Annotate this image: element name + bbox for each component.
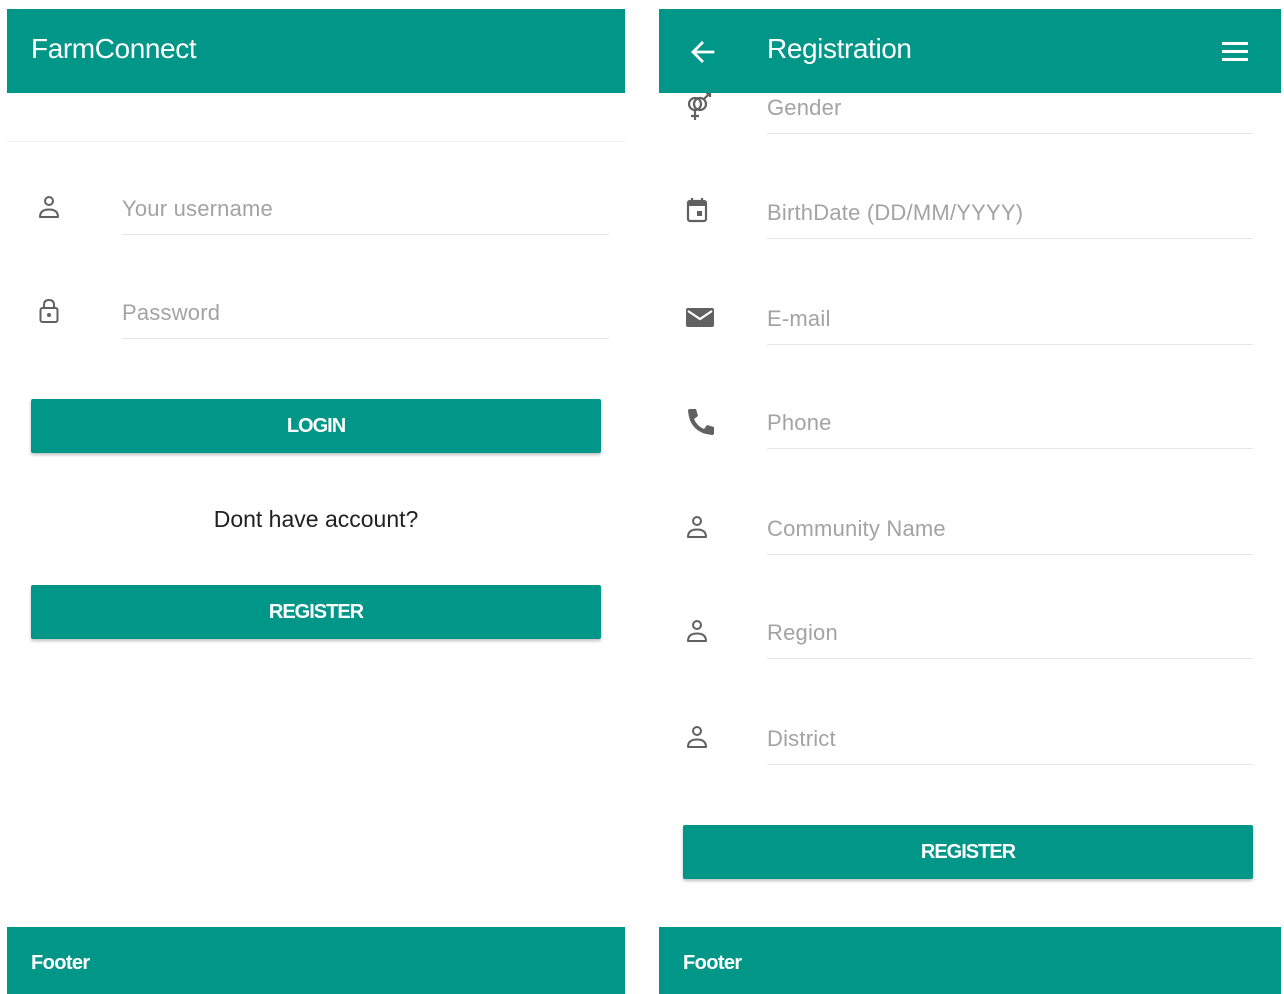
- community-name-field: [685, 511, 1253, 555]
- region-input[interactable]: [767, 615, 1247, 651]
- email-input[interactable]: [767, 301, 1247, 337]
- person-icon: [685, 513, 711, 543]
- gender-field: [685, 90, 1253, 134]
- footer: Footer: [7, 927, 625, 994]
- footer-text: Footer: [31, 952, 90, 974]
- register-submit-button[interactable]: REGISTER: [683, 825, 1253, 879]
- footer: Footer: [659, 927, 1281, 994]
- person-icon: [685, 617, 711, 647]
- arrow-back-icon[interactable]: [688, 37, 718, 67]
- phone-icon: [685, 407, 717, 437]
- birthdate-field: [685, 195, 1253, 239]
- gender-input[interactable]: [767, 90, 1247, 126]
- username-field: [37, 191, 609, 235]
- birthdate-input[interactable]: [767, 195, 1247, 231]
- region-field: [685, 615, 1253, 659]
- district-field: [685, 721, 1253, 765]
- login-button[interactable]: LOGIN: [31, 399, 601, 453]
- page-title: Registration: [767, 33, 912, 64]
- hamburger-menu-icon[interactable]: [1220, 40, 1250, 64]
- calendar-icon: [685, 197, 711, 227]
- input-underline: [767, 238, 1253, 239]
- district-input[interactable]: [767, 721, 1247, 757]
- gender-icon: [685, 91, 712, 122]
- app-bar: FarmConnect: [7, 9, 625, 93]
- app-bar: Registration: [659, 9, 1281, 93]
- email-field: [685, 301, 1253, 345]
- footer-text: Footer: [683, 952, 742, 974]
- input-underline: [122, 234, 609, 235]
- phone-field: [685, 405, 1253, 449]
- input-underline: [122, 338, 609, 339]
- lock-icon: [37, 297, 63, 327]
- input-underline: [767, 448, 1253, 449]
- register-button[interactable]: REGISTER: [31, 585, 601, 639]
- input-underline: [767, 658, 1253, 659]
- input-underline: [767, 133, 1253, 134]
- input-underline: [767, 764, 1253, 765]
- divider: [7, 141, 625, 142]
- phone-input[interactable]: [767, 405, 1247, 441]
- username-input[interactable]: [122, 191, 602, 227]
- community-name-input[interactable]: [767, 511, 1247, 547]
- input-underline: [767, 344, 1253, 345]
- password-field: [37, 295, 609, 339]
- registration-screen: REGISTER Registration Footer: [659, 0, 1281, 994]
- email-icon: [685, 303, 717, 333]
- input-underline: [767, 554, 1253, 555]
- person-icon: [685, 723, 711, 753]
- app-title: FarmConnect: [31, 33, 197, 64]
- password-input[interactable]: [122, 295, 602, 331]
- person-icon: [37, 193, 63, 223]
- login-screen: FarmConnect LOGIN Dont have account? REG…: [7, 0, 625, 994]
- register-prompt: Dont have account?: [213, 506, 419, 532]
